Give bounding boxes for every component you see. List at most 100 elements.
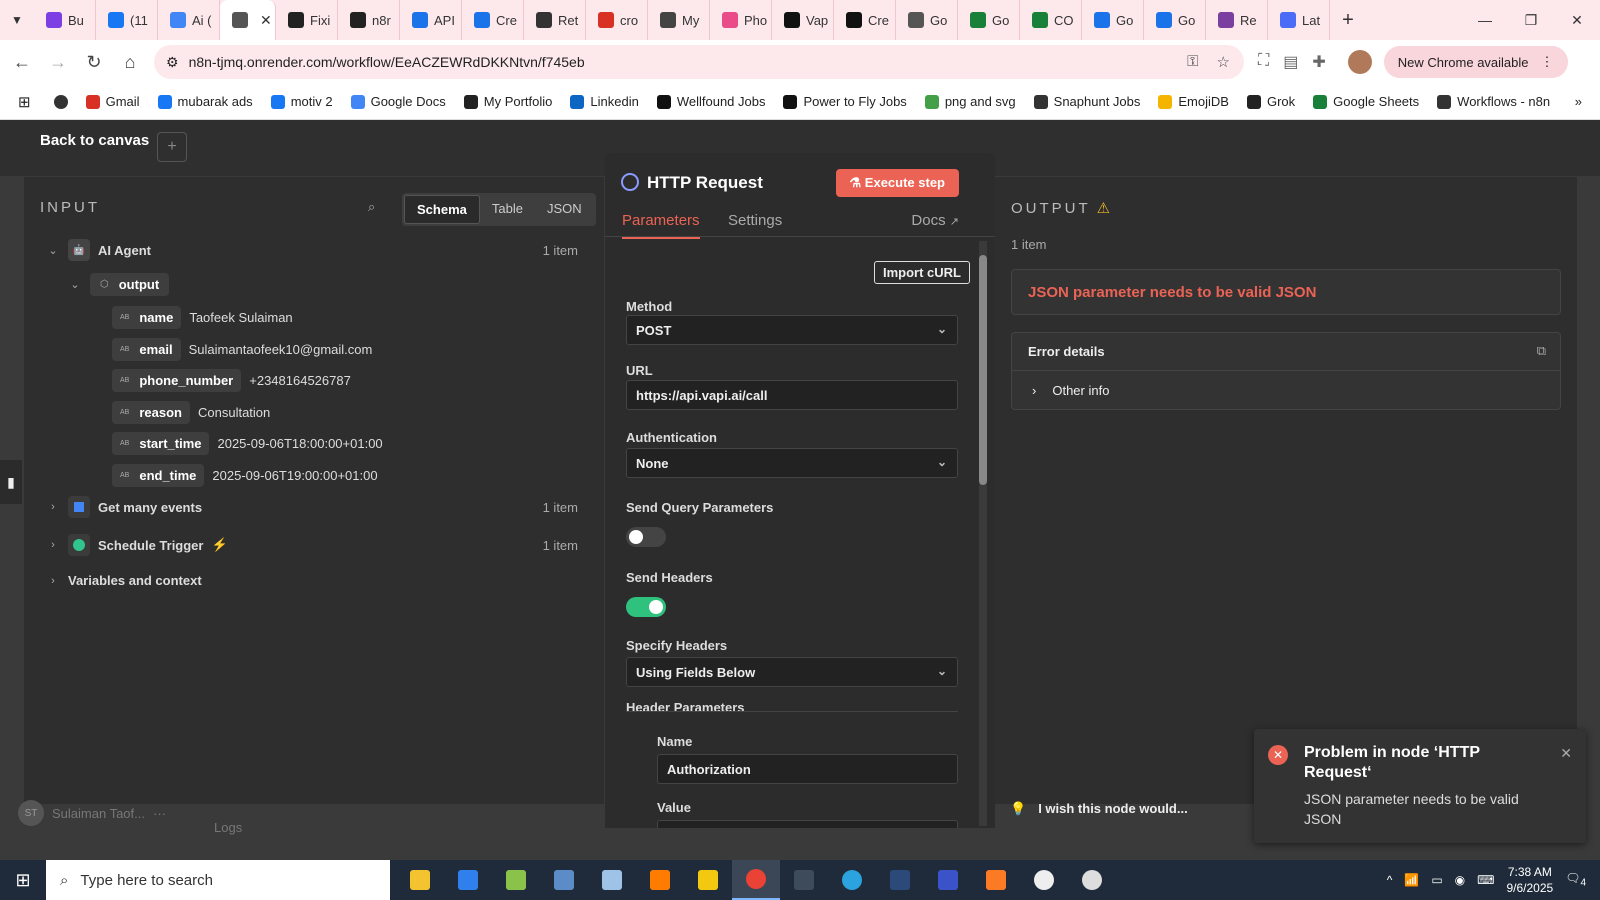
desktop-app-icon[interactable] bbox=[540, 860, 588, 900]
browser-tab[interactable]: Go bbox=[1144, 0, 1206, 40]
site-info-icon[interactable]: ⚙ bbox=[166, 54, 179, 71]
bookmarks-overflow-icon[interactable]: » bbox=[1566, 94, 1600, 109]
wifi-icon[interactable]: 📶 bbox=[1404, 873, 1419, 887]
browser-tab[interactable]: Pho bbox=[710, 0, 772, 40]
back-to-canvas-button[interactable]: Back to canvas bbox=[40, 132, 149, 149]
xampp-icon[interactable] bbox=[972, 860, 1020, 900]
tab-settings[interactable]: Settings bbox=[728, 212, 782, 229]
bookmark-item[interactable]: mubarak ads bbox=[149, 94, 262, 109]
browser-tab[interactable]: (11 bbox=[96, 0, 158, 40]
schema-field[interactable]: AB email Sulaimantaofeek10@gmail.com bbox=[112, 338, 372, 361]
sound-icon[interactable]: ◉ bbox=[1455, 873, 1465, 887]
bookmark-item[interactable]: Google Sheets bbox=[1304, 94, 1428, 109]
file-explorer-icon[interactable] bbox=[396, 860, 444, 900]
tab-search-chevron-icon[interactable]: ▼ bbox=[0, 13, 34, 27]
browser-tab[interactable]: Lat bbox=[1268, 0, 1330, 40]
schema-field[interactable]: AB start_time 2025-09-06T18:00:00+01:00 bbox=[112, 432, 383, 455]
scrollbar-thumb[interactable] bbox=[979, 255, 987, 485]
puzzle-extensions-icon[interactable]: ✚ bbox=[1312, 52, 1325, 72]
notification-icon[interactable]: 🗨4 bbox=[1565, 871, 1586, 888]
wordpress-icon[interactable] bbox=[1020, 860, 1068, 900]
close-icon[interactable]: ✕ bbox=[1560, 745, 1572, 762]
tab-parameters[interactable]: Parameters bbox=[622, 212, 700, 239]
bookmark-item[interactable]: Wellfound Jobs bbox=[648, 94, 775, 109]
illustrator-icon[interactable] bbox=[636, 860, 684, 900]
bookmark-item[interactable]: My Portfolio bbox=[455, 94, 562, 109]
schema-field[interactable]: AB phone_number +2348164526787 bbox=[112, 369, 351, 392]
bookmark-item[interactable]: Power to Fly Jobs bbox=[774, 94, 915, 109]
schema-field[interactable]: AB end_time 2025-09-06T19:00:00+01:00 bbox=[112, 464, 378, 487]
method-select[interactable]: POST ⌄ bbox=[626, 315, 958, 345]
browser-tab[interactable]: Vap bbox=[772, 0, 834, 40]
view-table[interactable]: Table bbox=[480, 195, 535, 224]
feedback-link[interactable]: 💡 I wish this node would... bbox=[1010, 801, 1188, 817]
notepad-icon[interactable] bbox=[588, 860, 636, 900]
battery-icon[interactable]: ▭ bbox=[1431, 873, 1442, 887]
copy-icon[interactable]: ⧉ bbox=[1537, 343, 1546, 359]
apps-grid-icon[interactable]: ⊞ bbox=[0, 93, 45, 111]
bookmark-item[interactable]: motiv 2 bbox=[262, 94, 342, 109]
query-toggle[interactable] bbox=[626, 527, 666, 547]
execute-step-button[interactable]: ⚗ Execute step bbox=[835, 169, 959, 197]
view-json[interactable]: JSON bbox=[535, 195, 594, 224]
browser-tab[interactable]: Go bbox=[1082, 0, 1144, 40]
browser-tab[interactable]: Go bbox=[958, 0, 1020, 40]
header-name-input[interactable]: Authorization bbox=[657, 754, 958, 784]
windows-start-icon[interactable]: ⊞ bbox=[0, 870, 46, 891]
tree-variables[interactable]: › Variables and context bbox=[46, 573, 202, 588]
forms-icon[interactable] bbox=[924, 860, 972, 900]
forward-arrow-icon[interactable]: → bbox=[40, 52, 76, 73]
view-schema[interactable]: Schema bbox=[404, 195, 480, 224]
url-omnibox[interactable]: ⚙ n8n-tjmq.onrender.com/workflow/EeACZEW… bbox=[154, 45, 1244, 79]
browser-tab[interactable]: Go bbox=[896, 0, 958, 40]
node-title[interactable]: HTTP Request bbox=[647, 173, 763, 193]
browser-tab[interactable]: Ai ( bbox=[158, 0, 220, 40]
tree-output[interactable]: ⌄ ⬡ output bbox=[68, 273, 170, 296]
keyboard-icon[interactable]: ⌨ bbox=[1477, 873, 1494, 887]
search-icon[interactable]: ⌕ bbox=[368, 199, 375, 215]
add-node-button[interactable]: + bbox=[157, 132, 187, 162]
bookmark-globe-icon[interactable] bbox=[45, 94, 77, 109]
browser-tab[interactable]: Cre bbox=[834, 0, 896, 40]
chevron-up-icon[interactable]: ^ bbox=[1387, 873, 1393, 887]
browser-tab[interactable]: Re bbox=[1206, 0, 1268, 40]
specify-select[interactable]: Using Fields Below ⌄ bbox=[626, 657, 958, 687]
app-icon[interactable] bbox=[876, 860, 924, 900]
bookmark-item[interactable]: Linkedin bbox=[561, 94, 647, 109]
browser-tab[interactable]: Ret bbox=[524, 0, 586, 40]
bookmark-item[interactable]: Workflows - n8n bbox=[1428, 94, 1559, 109]
bookmark-star-icon[interactable]: ☆ bbox=[1217, 53, 1230, 71]
back-arrow-icon[interactable]: ← bbox=[4, 52, 40, 73]
profile-avatar[interactable] bbox=[1347, 50, 1372, 74]
browser-tab[interactable]: n8r bbox=[338, 0, 400, 40]
tree-schedule-trigger[interactable]: › Schedule Trigger ⚡ bbox=[46, 534, 228, 556]
schema-field[interactable]: AB reason Consultation bbox=[112, 401, 270, 424]
browser-tab[interactable]: ✕ bbox=[220, 0, 276, 40]
new-tab-button[interactable]: + bbox=[1330, 9, 1366, 32]
browser-tab[interactable]: CO bbox=[1020, 0, 1082, 40]
user-menu[interactable]: ST Sulaiman Taof... ··· bbox=[18, 800, 166, 826]
close-tab-icon[interactable]: ✕ bbox=[260, 12, 272, 29]
obs-icon[interactable] bbox=[1068, 860, 1116, 900]
browser-tab[interactable]: My bbox=[648, 0, 710, 40]
clipboard-icon[interactable]: ▤ bbox=[1283, 52, 1298, 72]
docs-link[interactable]: Docs ↗ bbox=[911, 212, 959, 229]
minimize-button[interactable]: — bbox=[1462, 12, 1508, 29]
browser-tab[interactable]: Fixi bbox=[276, 0, 338, 40]
password-key-icon[interactable]: ⚿ bbox=[1187, 53, 1198, 71]
snipping-tool-icon[interactable] bbox=[492, 860, 540, 900]
bookmark-item[interactable]: Gmail bbox=[77, 94, 149, 109]
schema-field[interactable]: AB name Taofeek Sulaiman bbox=[112, 306, 293, 329]
tree-get-many-events[interactable]: › Get many events bbox=[46, 496, 202, 518]
logs-tab[interactable]: Logs bbox=[214, 820, 242, 835]
browser-tab[interactable]: Bu bbox=[34, 0, 96, 40]
telegram-icon[interactable] bbox=[828, 860, 876, 900]
clock[interactable]: 7:38 AM 9/6/2025 bbox=[1506, 864, 1553, 896]
auth-select[interactable]: None ⌄ bbox=[626, 448, 958, 478]
new-chrome-button[interactable]: New Chrome available ⋮ bbox=[1383, 46, 1568, 78]
browser-tab[interactable]: API bbox=[400, 0, 462, 40]
bookmark-item[interactable]: png and svg bbox=[916, 94, 1025, 109]
close-window-button[interactable]: ✕ bbox=[1554, 12, 1600, 29]
url-input[interactable]: https://api.vapi.ai/call bbox=[626, 380, 958, 410]
side-robot-icon[interactable]: ▮ bbox=[0, 460, 22, 504]
